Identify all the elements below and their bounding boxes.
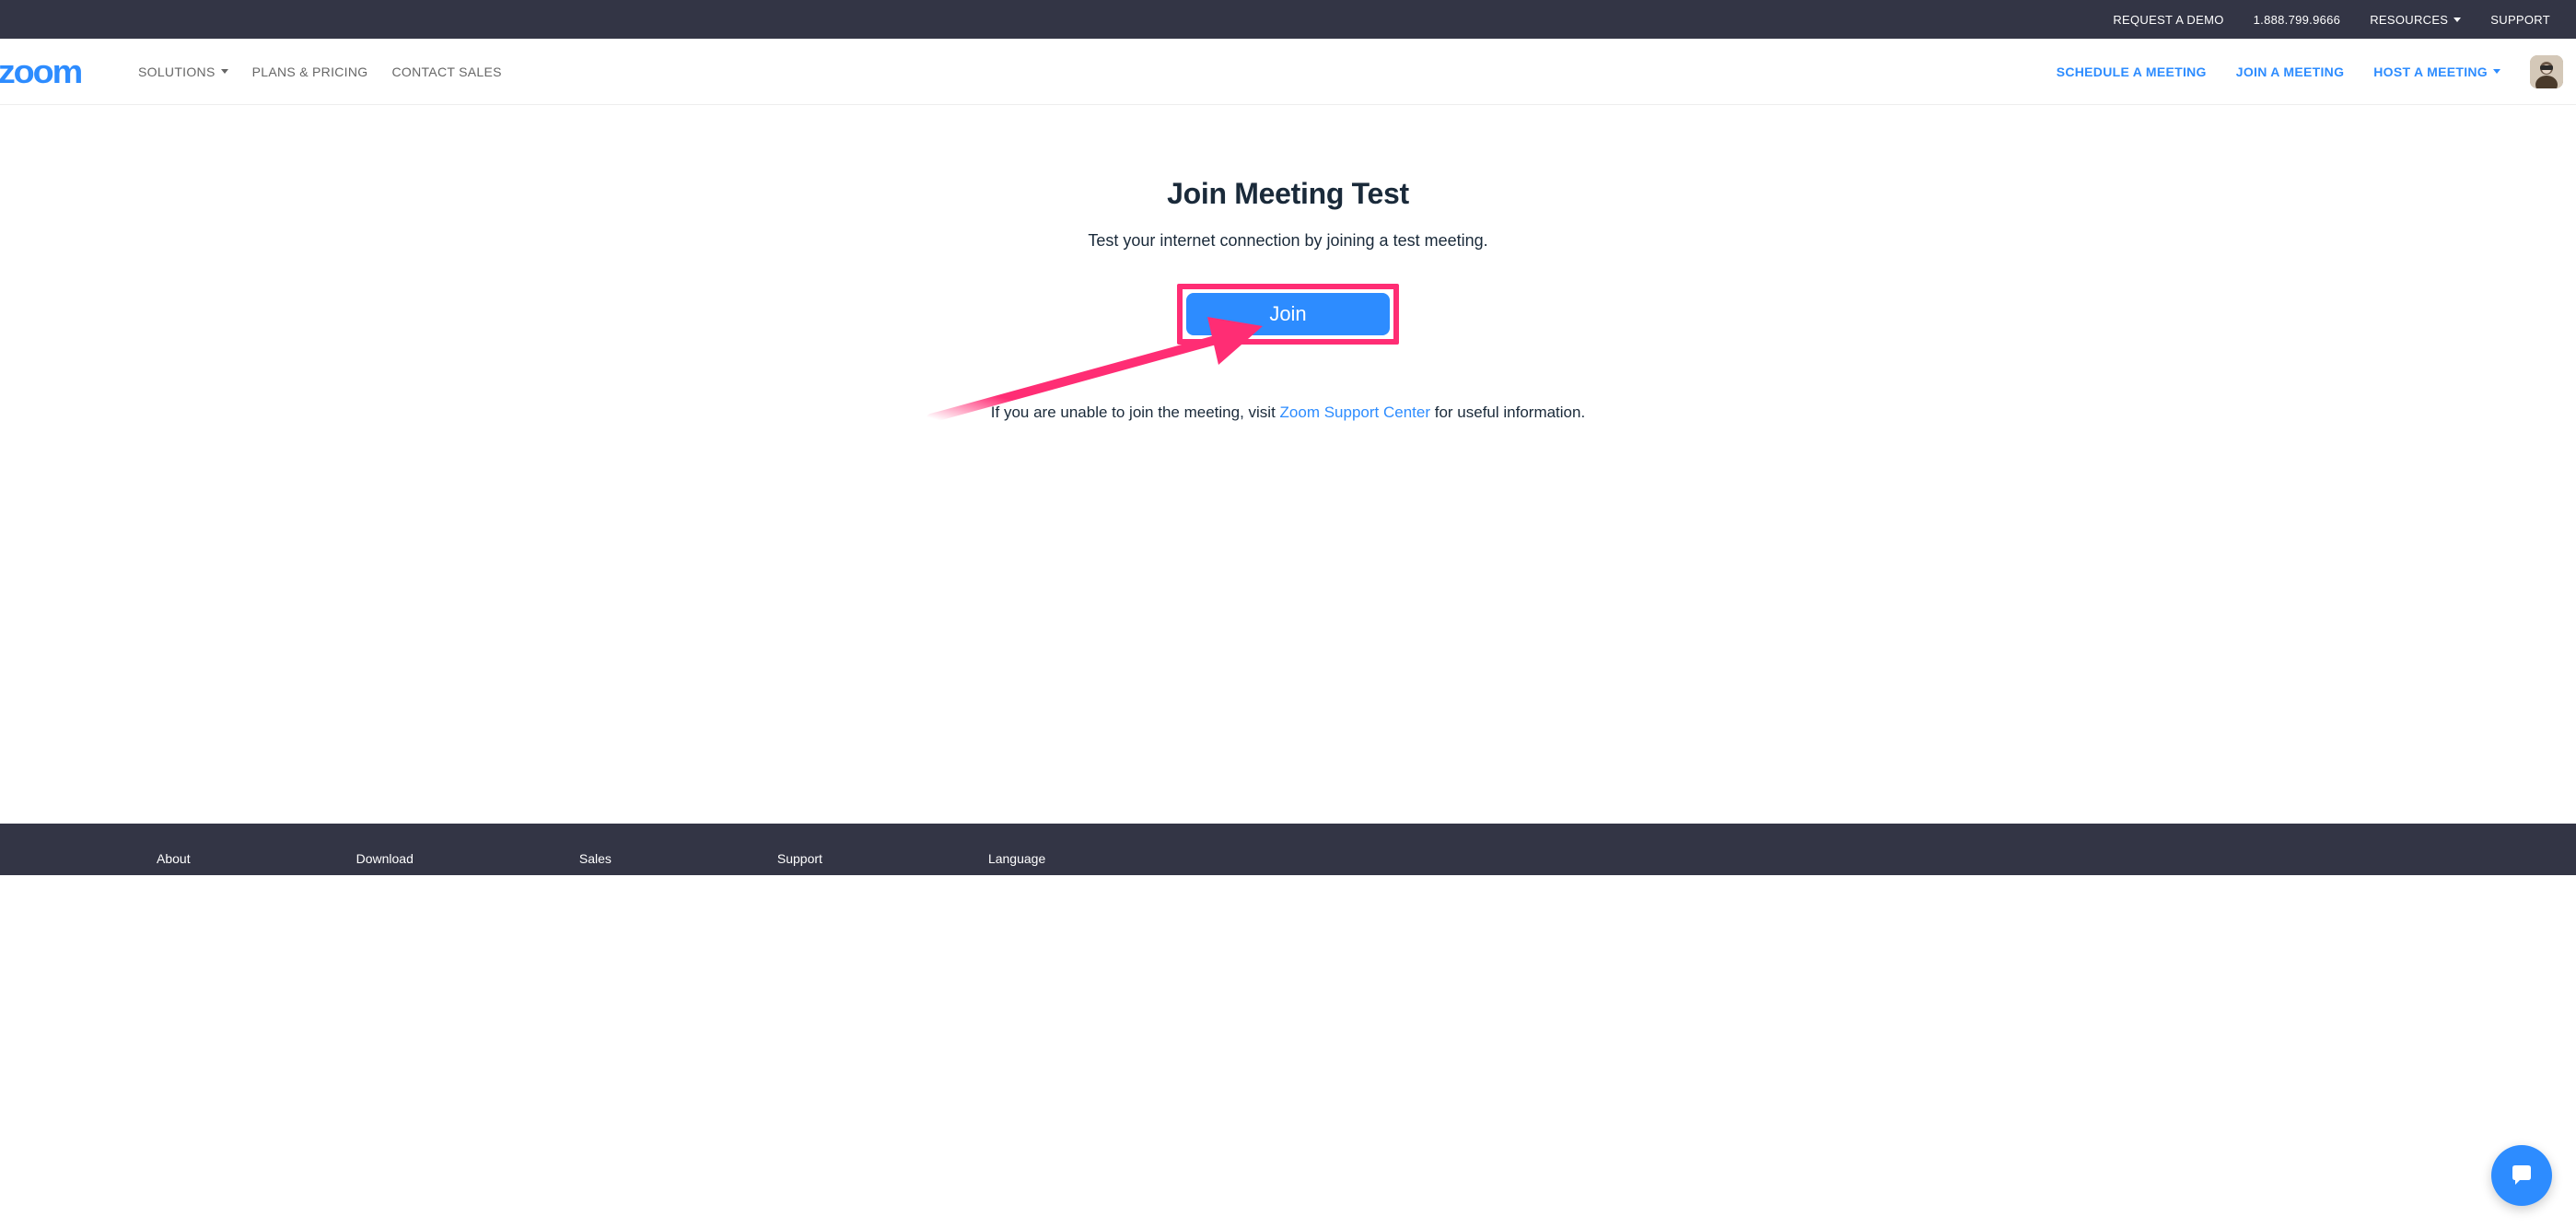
solutions-label: SOLUTIONS — [138, 64, 216, 79]
chat-button[interactable] — [2491, 1145, 2552, 1206]
plans-pricing-link[interactable]: PLANS & PRICING — [252, 64, 368, 79]
caret-down-icon — [2454, 18, 2461, 22]
page-title: Join Meeting Test — [0, 177, 2576, 211]
request-demo-link[interactable]: REQUEST A DEMO — [2113, 13, 2223, 27]
page-subtitle: Test your internet connection by joining… — [0, 231, 2576, 251]
support-link[interactable]: SUPPORT — [2490, 13, 2550, 27]
logo-text: zoom — [0, 53, 81, 91]
host-meeting-dropdown[interactable]: HOST A MEETING — [2373, 64, 2500, 79]
join-button[interactable]: Join — [1186, 293, 1389, 335]
contact-sales-link[interactable]: CONTACT SALES — [391, 64, 501, 79]
chat-icon — [2507, 1161, 2536, 1190]
footer-support-heading[interactable]: Support — [777, 851, 822, 866]
user-avatar[interactable] — [2530, 55, 2563, 88]
footer: About Download Sales Support Language — [0, 824, 2576, 875]
solutions-dropdown[interactable]: SOLUTIONS — [138, 64, 228, 79]
schedule-meeting-link[interactable]: SCHEDULE A MEETING — [2057, 64, 2207, 79]
footer-language-heading[interactable]: Language — [988, 851, 1045, 866]
footer-sales-heading[interactable]: Sales — [579, 851, 612, 866]
caret-down-icon — [2493, 69, 2500, 74]
nav-right-group: SCHEDULE A MEETING JOIN A MEETING HOST A… — [2057, 55, 2576, 88]
host-meeting-label: HOST A MEETING — [2373, 64, 2488, 79]
main-content: Join Meeting Test Test your internet con… — [0, 105, 2576, 621]
nav-left-group: SOLUTIONS PLANS & PRICING CONTACT SALES — [138, 64, 502, 79]
resources-dropdown[interactable]: RESOURCES — [2370, 13, 2461, 27]
help-prefix: If you are unable to join the meeting, v… — [991, 403, 1280, 421]
support-center-link[interactable]: Zoom Support Center — [1280, 403, 1430, 421]
join-meeting-link[interactable]: JOIN A MEETING — [2236, 64, 2345, 79]
resources-label: RESOURCES — [2370, 13, 2448, 27]
footer-about-heading[interactable]: About — [157, 851, 191, 866]
top-utility-bar: REQUEST A DEMO 1.888.799.9666 RESOURCES … — [0, 0, 2576, 39]
help-text: If you are unable to join the meeting, v… — [0, 403, 2576, 422]
join-button-highlight: Join — [1177, 284, 1398, 345]
footer-download-heading[interactable]: Download — [356, 851, 414, 866]
phone-number[interactable]: 1.888.799.9666 — [2254, 13, 2341, 27]
help-suffix: for useful information. — [1430, 403, 1585, 421]
avatar-placeholder-icon — [2530, 55, 2563, 88]
main-nav: zoom SOLUTIONS PLANS & PRICING CONTACT S… — [0, 39, 2576, 105]
zoom-logo[interactable]: zoom — [0, 53, 105, 91]
caret-down-icon — [221, 69, 228, 74]
